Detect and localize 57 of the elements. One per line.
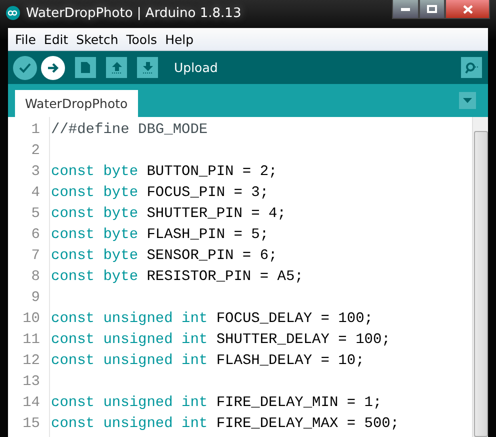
magnifier-icon	[464, 62, 478, 74]
scrollbar[interactable]	[472, 117, 488, 437]
code-line: //#define DBG_MODE	[51, 121, 209, 140]
line-number: 9	[31, 289, 40, 308]
line-number: 6	[31, 226, 40, 245]
tab-menu-button[interactable]	[459, 92, 476, 109]
document-icon	[80, 61, 91, 74]
save-button[interactable]	[137, 57, 158, 78]
menu-item[interactable]: Tools	[122, 32, 162, 46]
arrow-right-icon	[47, 62, 59, 72]
code-line: const byte BUTTON_PIN = 2;	[51, 163, 278, 182]
minimize-icon	[401, 8, 410, 10]
new-button[interactable]	[75, 57, 96, 78]
code-line: const byte SHUTTER_PIN = 4;	[51, 205, 287, 224]
code-line: const byte FLASH_PIN = 5;	[51, 226, 270, 245]
verify-button[interactable]	[13, 56, 37, 80]
app-logo-icon	[6, 6, 20, 20]
check-icon	[19, 62, 31, 72]
minimize-button[interactable]	[392, 0, 419, 19]
line-number: 11	[22, 331, 40, 350]
code-line: const byte RESISTOR_PIN = A5;	[51, 268, 304, 287]
code-line: const byte FOCUS_PIN = 3;	[51, 184, 270, 203]
code-line: const unsigned int SHUTTER_DELAY = 100;	[51, 331, 392, 350]
line-number: 14	[22, 394, 40, 413]
line-number: 13	[22, 373, 40, 392]
menu-item[interactable]: File	[11, 32, 40, 46]
line-number: 2	[31, 142, 40, 161]
open-button[interactable]	[106, 57, 127, 78]
line-number: 5	[31, 205, 40, 224]
maximize-icon	[427, 5, 437, 13]
code-line: const unsigned int FIRE_DELAY_MIN = 1;	[51, 394, 383, 413]
upload-button[interactable]	[41, 56, 65, 80]
serial-monitor-button[interactable]	[461, 57, 482, 78]
line-number: 4	[31, 184, 40, 203]
close-icon	[462, 4, 472, 14]
line-number: 12	[22, 352, 40, 371]
menu-item[interactable]: Help	[161, 32, 198, 46]
window-title: WaterDropPhoto | Arduino 1.8.13	[26, 6, 242, 20]
line-number: 7	[31, 247, 40, 266]
close-button[interactable]	[445, 0, 490, 19]
menu-item[interactable]: Edit	[40, 32, 72, 46]
sketch-tab[interactable]: WaterDropPhoto	[15, 90, 138, 117]
code-line: const byte SENSOR_PIN = 6;	[51, 247, 278, 266]
line-number: 15	[22, 415, 40, 434]
code-line: const unsigned int FOCUS_DELAY = 100;	[51, 310, 374, 329]
maximize-button[interactable]	[419, 0, 445, 19]
code-line: const unsigned int FLASH_DELAY = 10;	[51, 352, 366, 371]
arrow-up-icon	[110, 61, 122, 74]
toolbar-hint: Upload	[174, 60, 218, 75]
code-line: const unsigned int FIRE_DELAY_MAX = 500;	[51, 415, 400, 434]
line-number: 10	[22, 310, 40, 329]
menu-item[interactable]: Sketch	[72, 32, 122, 46]
arrow-down-icon	[142, 61, 154, 74]
line-number: 1	[31, 121, 40, 140]
caret-down-icon	[463, 98, 472, 103]
line-number: 3	[31, 163, 40, 182]
line-number: 8	[31, 268, 40, 287]
